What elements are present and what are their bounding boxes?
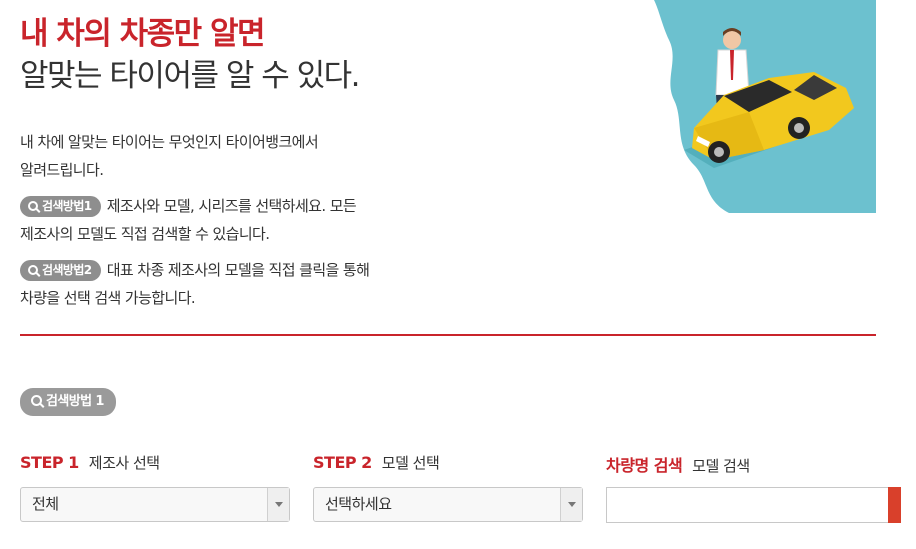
model-select-value: 선택하세요: [325, 495, 392, 513]
model-search-input[interactable]: [606, 487, 890, 523]
method-1-badge: 검색방법1: [20, 196, 101, 217]
step-1-label: STEP 1 제조사 선택: [20, 452, 160, 473]
name-search-text: 모델 검색: [692, 457, 750, 475]
headline-line-1: 내 차의 차종만 알면: [20, 16, 266, 52]
step-2-label: STEP 2 모델 선택: [313, 452, 440, 473]
page-headline: 내 차의 차종만 알면 알맞는 타이어를 알 수 있다.: [20, 14, 361, 98]
search-icon: [31, 395, 42, 406]
manufacturer-select[interactable]: 전체: [20, 487, 290, 522]
method-2-line-1: 대표 차종 제조사의 모델을 직접 클릭을 통해: [106, 261, 370, 279]
search-icon: [28, 201, 38, 211]
method-1-line-2: 제조사의 모델도 직접 검색할 수 있습니다.: [20, 225, 270, 243]
car-owner-illustration: [654, 0, 876, 213]
method-2-line-2: 차량을 선택 검색 가능합니다.: [20, 289, 196, 307]
method-2-paragraph: 검색방법2 대표 차종 제조사의 모델을 직접 클릭을 통해 차량을 선택 검색…: [20, 256, 460, 312]
dropdown-arrow-icon[interactable]: [267, 488, 289, 521]
step-2-text: 모델 선택: [381, 454, 440, 472]
method-2-badge-label: 검색방법2: [42, 263, 92, 277]
model-search-button[interactable]: [888, 487, 901, 523]
car-illustration: [654, 0, 876, 213]
intro-line-1: 내 차에 알맞는 타이어는 무엇인지 타이어뱅크에서: [20, 133, 319, 151]
name-search-label: 차량명 검색 모델 검색: [606, 452, 750, 476]
search-method-tag-label: 검색방법 1: [46, 394, 104, 409]
intro-description: 내 차에 알맞는 타이어는 무엇인지 타이어뱅크에서 알려드립니다. 검색방법1…: [20, 128, 460, 320]
manufacturer-select-value: 전체: [32, 495, 59, 513]
headline-line-2: 알맞는 타이어를 알 수 있다.: [20, 58, 361, 94]
dropdown-arrow-icon[interactable]: [560, 488, 582, 521]
method-1-line-1: 제조사와 모델, 시리즈를 선택하세요. 모든: [106, 197, 357, 215]
step-1-key: STEP 1: [20, 453, 79, 472]
search-method-tag: 검색방법 1: [20, 388, 116, 416]
search-icon: [28, 265, 38, 275]
intro-line-2: 알려드립니다.: [20, 161, 104, 179]
model-select[interactable]: 선택하세요: [313, 487, 583, 522]
method-1-paragraph: 검색방법1 제조사와 모델, 시리즈를 선택하세요. 모든 제조사의 모델도 직…: [20, 192, 460, 248]
method-2-badge: 검색방법2: [20, 260, 101, 281]
method-1-badge-label: 검색방법1: [42, 199, 92, 213]
name-search-key: 차량명 검색: [606, 456, 683, 475]
step-1-text: 제조사 선택: [88, 454, 160, 472]
intro-paragraph: 내 차에 알맞는 타이어는 무엇인지 타이어뱅크에서 알려드립니다.: [20, 128, 460, 184]
step-2-key: STEP 2: [313, 453, 372, 472]
section-divider: [20, 334, 876, 336]
